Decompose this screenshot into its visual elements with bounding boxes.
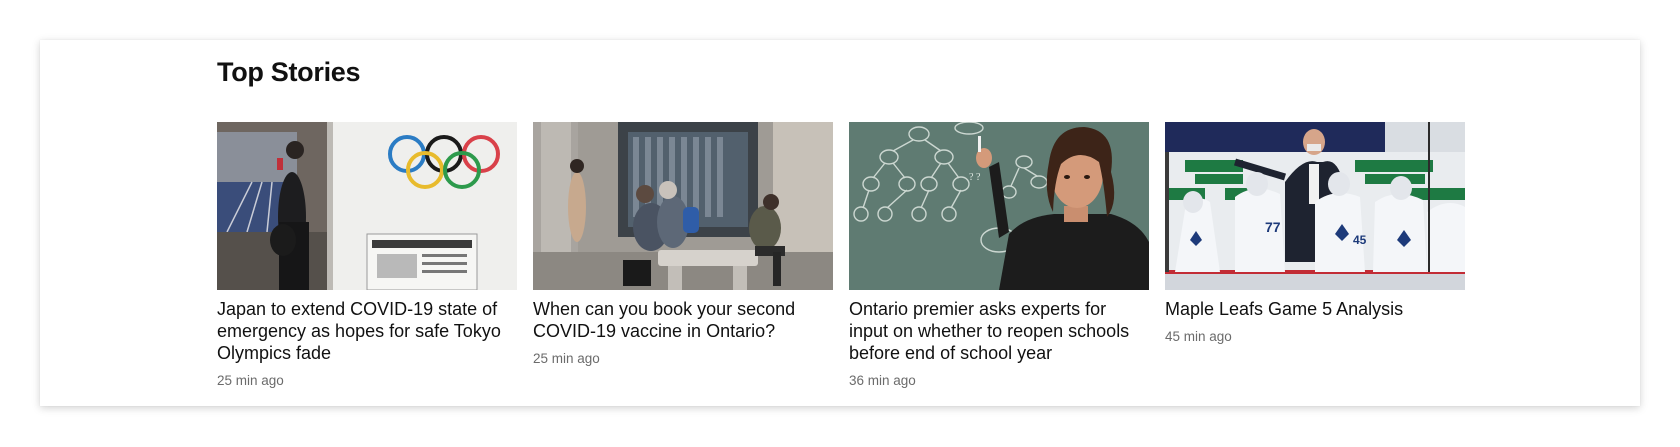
story-headline[interactable]: Maple Leafs Game 5 Analysis bbox=[1165, 298, 1465, 320]
story-headline[interactable]: When can you book your second COVID-19 v… bbox=[533, 298, 833, 342]
story-card[interactable]: Japan to extend COVID-19 state of emerge… bbox=[217, 122, 517, 388]
story-card[interactable]: When can you book your second COVID-19 v… bbox=[533, 122, 833, 388]
story-timestamp: 25 min ago bbox=[217, 373, 284, 388]
stories-list: Japan to extend COVID-19 state of emerge… bbox=[217, 122, 1465, 388]
story-timestamp: 36 min ago bbox=[849, 373, 916, 388]
street-bench-photo-icon bbox=[533, 122, 833, 290]
chalk-scribble: ? ? bbox=[969, 172, 981, 183]
chalkboard-teacher-photo-icon: ? ? bbox=[849, 122, 1149, 290]
olympic-rings-photo-icon bbox=[217, 122, 517, 290]
hockey-bench-photo-icon: 77 45 bbox=[1165, 122, 1465, 290]
story-timestamp: 25 min ago bbox=[533, 351, 600, 366]
story-headline[interactable]: Japan to extend COVID-19 state of emerge… bbox=[217, 298, 517, 364]
story-thumbnail[interactable] bbox=[533, 122, 833, 290]
story-thumbnail[interactable] bbox=[217, 122, 517, 290]
story-thumbnail[interactable]: ? ? bbox=[849, 122, 1149, 290]
story-thumbnail[interactable]: 77 45 bbox=[1165, 122, 1465, 290]
story-card[interactable]: ? ? Ontario premier asks experts for inp… bbox=[849, 122, 1149, 388]
top-stories-panel: Top Stories Japan to extend COVID-19 sta… bbox=[40, 40, 1640, 406]
jersey-number: 45 bbox=[1353, 233, 1367, 247]
section-title: Top Stories bbox=[217, 57, 361, 87]
story-card[interactable]: 77 45 Maple Leafs Game 5 Analysis 45 min… bbox=[1165, 122, 1465, 388]
story-timestamp: 45 min ago bbox=[1165, 329, 1232, 344]
jersey-number: 77 bbox=[1265, 219, 1281, 235]
story-headline[interactable]: Ontario premier asks experts for input o… bbox=[849, 298, 1149, 364]
